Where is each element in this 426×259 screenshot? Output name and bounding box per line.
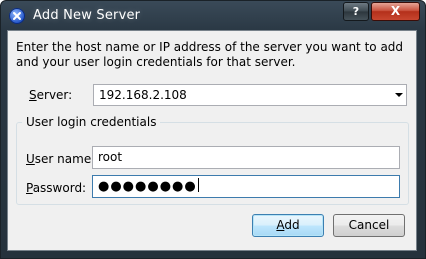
title-bar[interactable]: Add New Server ? X bbox=[1, 1, 425, 31]
credentials-group-title: User login credentials bbox=[22, 115, 161, 129]
password-field[interactable]: ●●●●●●●● bbox=[92, 175, 400, 198]
add-button[interactable]: Add bbox=[252, 214, 324, 237]
close-button[interactable]: X bbox=[371, 2, 420, 21]
chevron-down-icon[interactable] bbox=[395, 93, 403, 97]
cancel-button-label: Cancel bbox=[348, 218, 390, 232]
username-label: User name: bbox=[26, 152, 96, 166]
username-value: root bbox=[98, 150, 123, 164]
username-field[interactable]: root bbox=[92, 146, 400, 169]
cancel-button[interactable]: Cancel bbox=[333, 214, 405, 237]
window-title: Add New Server bbox=[33, 8, 141, 23]
server-label: Server: bbox=[29, 88, 73, 102]
instructions-line-2: and your user login credentials for that… bbox=[16, 55, 296, 69]
server-combobox-value: 192.168.2.108 bbox=[99, 88, 187, 102]
app-logo-icon bbox=[9, 8, 25, 24]
instructions-text: Enter the host name or IP address of the… bbox=[16, 40, 416, 70]
password-value: ●●●●●●●● bbox=[98, 178, 199, 194]
text-caret bbox=[197, 178, 199, 192]
password-label: Password: bbox=[26, 181, 87, 195]
add-button-label: Add bbox=[276, 218, 300, 232]
help-button[interactable]: ? bbox=[343, 2, 369, 21]
instructions-line-1: Enter the host name or IP address of the… bbox=[16, 40, 404, 54]
server-combobox[interactable]: 192.168.2.108 bbox=[93, 84, 407, 106]
